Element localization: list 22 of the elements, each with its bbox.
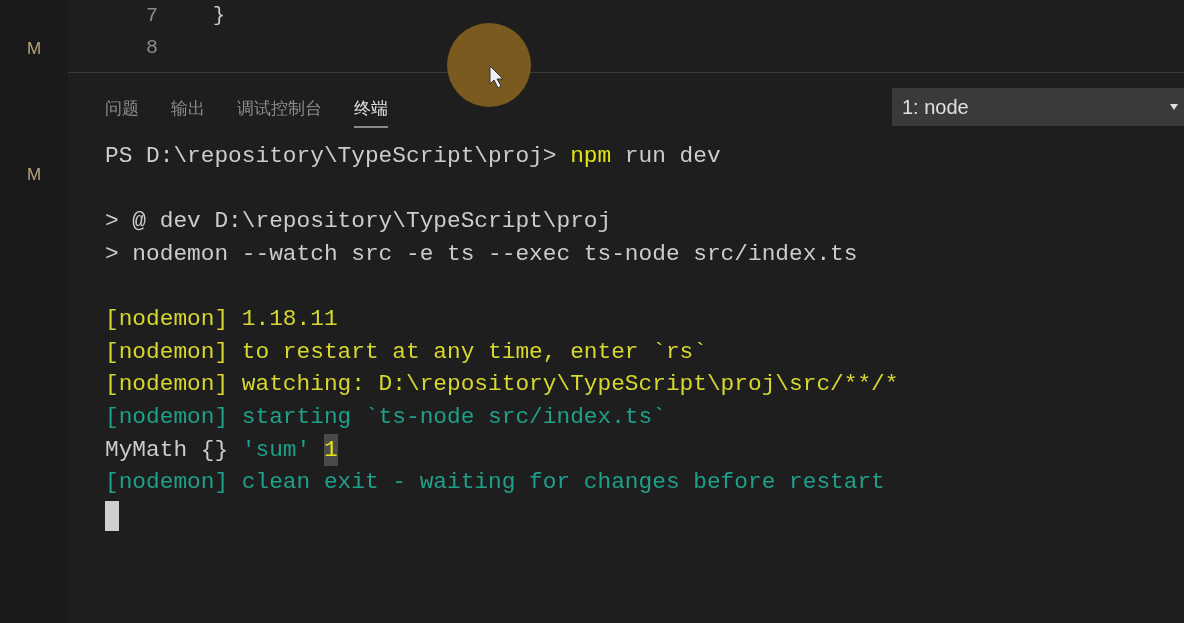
terminal-text: [nodemon] watching: D:\repository\TypeScript\proj\src/**/* (105, 370, 899, 400)
highlighted-number: 1 (323, 433, 338, 467)
line-number: 7 (145, 3, 158, 29)
terminal-text: 'sum' (241, 435, 311, 465)
terminal-text: PS D:\repository\TypeScript\proj> npm run dev (105, 141, 721, 171)
terminal-text: > nodemon --watch src -e ts --exec ts-node src/index.ts (105, 239, 858, 269)
panel-tab[interactable]: 问题 (105, 96, 139, 128)
panel-tab[interactable]: 输出 (171, 96, 205, 128)
terminal-select[interactable]: 1: node (892, 88, 1184, 126)
terminal-text: MyMath {} (105, 435, 229, 465)
terminal-text: [nodemon] to restart at any time, enter `rs` (105, 337, 707, 367)
modified-label: M (26, 163, 42, 186)
dropdown-caret-icon (1170, 104, 1178, 110)
line-number: 8 (145, 35, 158, 61)
terminal-text: [nodemon] 1.18.11 (105, 304, 338, 334)
terminal-text: [nodemon] clean exit - waiting for changes before restart (105, 468, 885, 498)
code-line: } (213, 3, 225, 29)
modified-label: M (26, 38, 42, 60)
terminal-text: > @ dev D:\repository\TypeScript\proj (105, 206, 612, 236)
panel-tab[interactable]: 终端 (354, 96, 388, 128)
terminal-text: [nodemon] starting `ts-node src/index.ts` (105, 403, 666, 432)
panel-tab[interactable]: 调试控制台 (237, 96, 322, 128)
